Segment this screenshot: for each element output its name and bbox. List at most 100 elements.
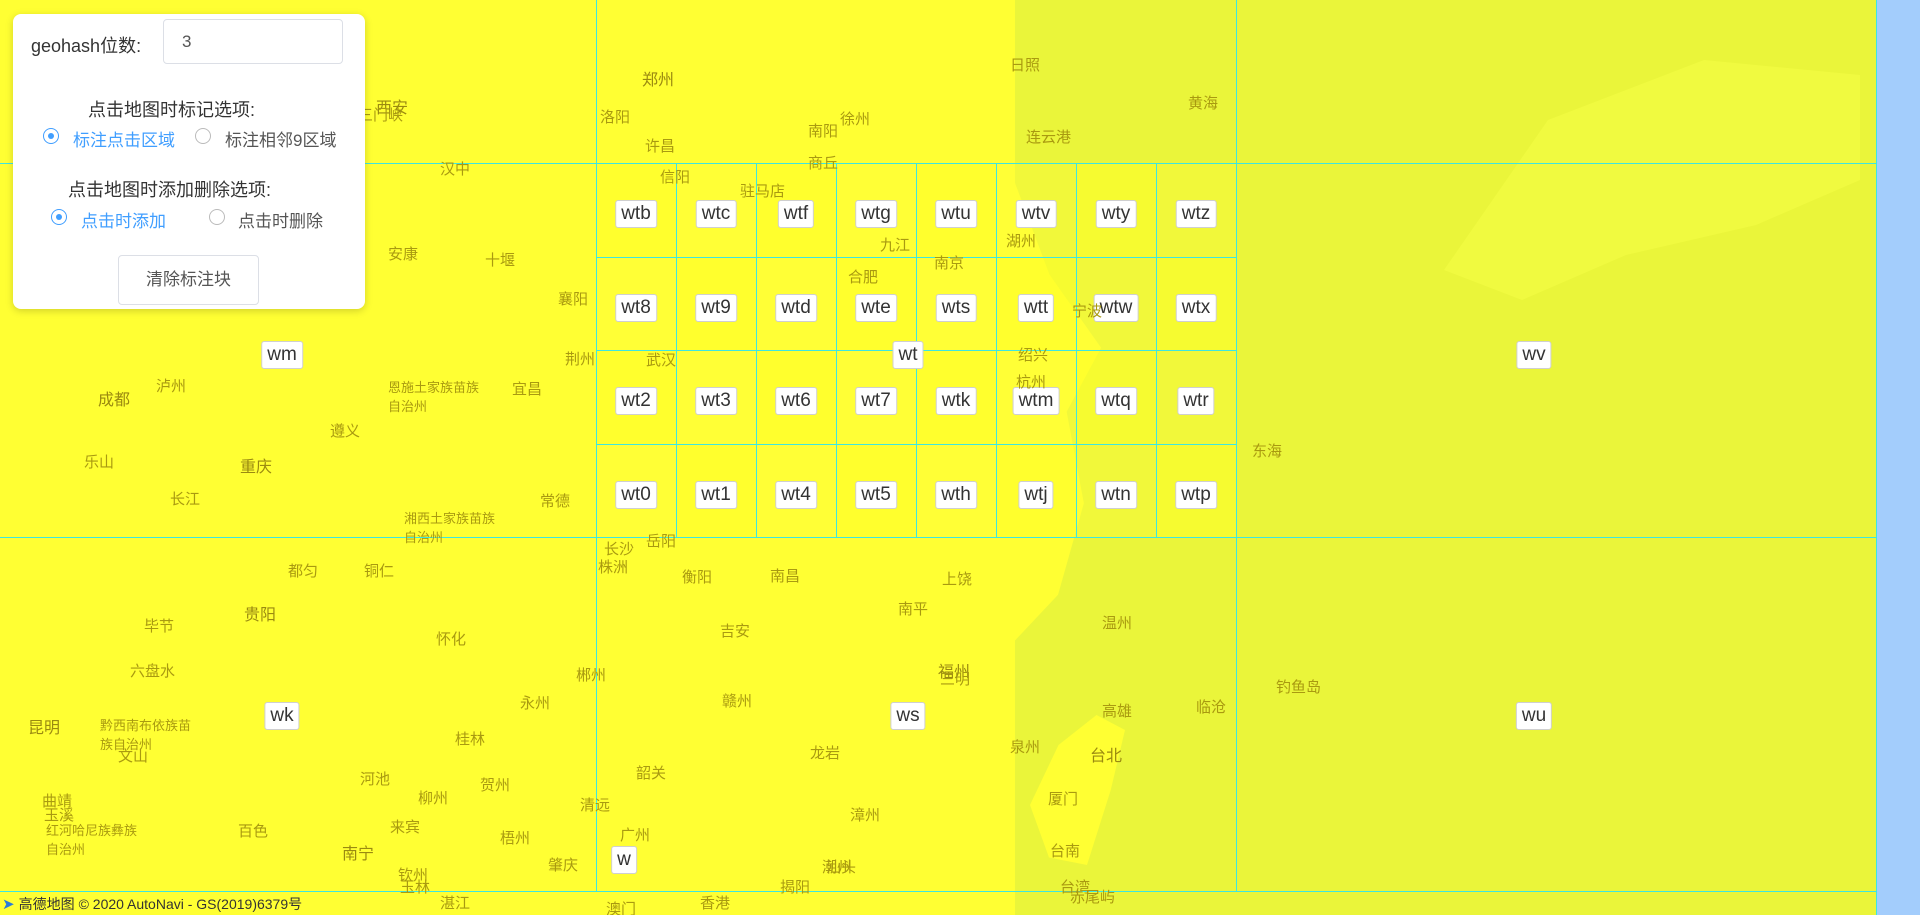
- geohash-label-wt5: wt5: [855, 480, 897, 509]
- control-panel: geohash位数: 3 点击地图时标记选项: 标注点击区域 标注相邻9区域 点…: [13, 14, 365, 309]
- city-label: 宁波: [1072, 303, 1103, 320]
- city-label: 驻马店: [740, 183, 786, 200]
- geohash-cell-large[interactable]: [1236, 0, 1877, 164]
- city-label: 九江: [880, 237, 911, 254]
- city-label: 常德: [540, 493, 571, 510]
- city-label: 商丘: [808, 155, 839, 172]
- city-label: 香港: [700, 895, 731, 912]
- geohash-label-wtp: wtp: [1175, 480, 1217, 509]
- geohash-digits-input[interactable]: 3: [163, 19, 343, 64]
- city-label: 六盘水: [130, 663, 176, 680]
- geohash-label-wt2: wt2: [615, 387, 657, 415]
- geohash-label-wt8: wt8: [615, 293, 657, 322]
- city-label: 泉州: [1010, 739, 1041, 756]
- city-label: 绍兴: [1018, 347, 1049, 364]
- city-label: 衡阳: [682, 569, 713, 586]
- city-label: 湖州: [1006, 233, 1037, 250]
- geohash-label-wty: wty: [1095, 200, 1137, 228]
- geohash-label-wtj: wtj: [1018, 480, 1054, 509]
- city-label: 贵阳: [244, 607, 277, 624]
- city-label: 永州: [520, 695, 551, 712]
- city-label: 漳州: [850, 807, 881, 824]
- add-delete-title: 点击地图时添加删除选项:: [68, 180, 271, 200]
- city-label: 东海: [1252, 443, 1283, 460]
- geohash-label-wu: wu: [1515, 702, 1553, 730]
- geohash-label-wk: wk: [264, 702, 300, 730]
- city-label: 宜昌: [512, 381, 543, 398]
- city-label: 汉中: [440, 161, 471, 178]
- delete-on-click-radio[interactable]: [209, 209, 225, 225]
- add-on-click-radio[interactable]: [51, 209, 67, 225]
- delete-on-click-label[interactable]: 点击时删除: [238, 207, 323, 232]
- mark-neighbor-9-radio[interactable]: [195, 128, 211, 144]
- city-label: 揭阳: [780, 879, 811, 896]
- add-on-click-label[interactable]: 点击时添加: [81, 207, 166, 232]
- city-label: 长江: [170, 491, 201, 508]
- clear-marks-button[interactable]: 清除标注块: [118, 255, 259, 305]
- city-label: 郴州: [576, 667, 607, 684]
- city-label: 南宁: [342, 846, 375, 863]
- city-label: 十堰: [485, 252, 516, 269]
- geohash-label-wm: wm: [261, 341, 303, 369]
- city-label: 桂林: [455, 731, 486, 748]
- geohash-label-wt7: wt7: [855, 387, 897, 415]
- geohash-label-wtg: wtg: [855, 200, 897, 228]
- geohash-label-wtr: wtr: [1177, 387, 1215, 415]
- city-label: 赤尾屿: [1070, 889, 1116, 906]
- geohash-label-wtd: wtd: [775, 293, 817, 322]
- mark-click-area-label[interactable]: 标注点击区域: [73, 126, 175, 151]
- city-label: 合肥: [848, 269, 879, 286]
- geohash-cell-large[interactable]: [1236, 163, 1877, 538]
- city-label: 遵义: [330, 423, 361, 440]
- city-label: 湛江: [440, 895, 471, 912]
- mark-options-title: 点击地图时标记选项:: [88, 100, 256, 120]
- city-label: 温州: [1102, 615, 1133, 632]
- geohash-label-ws: ws: [890, 702, 926, 730]
- city-label: 信阳: [660, 169, 691, 186]
- city-label: 来宾: [390, 819, 421, 836]
- city-label: 洛阳: [600, 109, 631, 126]
- send-icon: ➤: [2, 896, 15, 913]
- city-label: 临沧: [1196, 699, 1227, 716]
- geohash-cell-large[interactable]: [1236, 537, 1877, 892]
- city-label: 毕节: [144, 618, 175, 635]
- city-label: 昆明: [28, 720, 61, 737]
- city-label: 南阳: [808, 123, 839, 140]
- mark-neighbor-9-label[interactable]: 标注相邻9区域: [225, 126, 336, 151]
- geohash-label-wtz: wtz: [1175, 200, 1217, 228]
- city-label: 玉溪: [44, 807, 75, 824]
- geohash-label-wtt: wtt: [1017, 293, 1055, 322]
- city-label: 安康: [388, 246, 419, 263]
- geohash-label-wtb: wtb: [615, 200, 657, 228]
- geohash-label-wts: wts: [935, 293, 977, 322]
- geohash-label-wtv: wtv: [1015, 200, 1057, 228]
- city-label: 广州: [620, 827, 651, 844]
- city-label: 清远: [580, 797, 611, 814]
- city-label: 贺州: [480, 777, 511, 794]
- city-label: 南平: [898, 601, 929, 618]
- city-label: 台北: [1090, 748, 1123, 765]
- geohash-label-wt3: wt3: [695, 387, 737, 415]
- city-label: 高雄: [1102, 703, 1133, 720]
- city-label: 澳门: [606, 901, 637, 915]
- geohash-label-w: w: [611, 846, 637, 874]
- city-label: 肇庆: [548, 857, 579, 874]
- geohash-label-wt0: wt0: [615, 480, 657, 509]
- city-label: 恩施土家族苗族自治州: [388, 380, 480, 414]
- city-label: 钓鱼岛: [1276, 679, 1322, 696]
- city-label: 荆州: [565, 351, 596, 368]
- city-label: 三明: [940, 671, 971, 688]
- mark-click-area-radio[interactable]: [43, 128, 59, 144]
- city-label: 南京: [934, 255, 965, 272]
- city-label: 怀化: [436, 631, 467, 648]
- geohash-cell-large[interactable]: [596, 0, 1237, 164]
- geohash-label-wth: wth: [935, 480, 977, 509]
- geohash-label-wt: wt: [892, 341, 924, 369]
- city-label: 都匀: [288, 563, 319, 580]
- geohash-label-wtn: wtn: [1095, 480, 1137, 509]
- geohash-label-wt4: wt4: [775, 480, 817, 509]
- city-label: 铜仁: [364, 563, 395, 580]
- city-label: 襄阳: [558, 291, 589, 308]
- city-label: 郑州: [642, 72, 675, 89]
- city-label: 汕头: [826, 859, 857, 876]
